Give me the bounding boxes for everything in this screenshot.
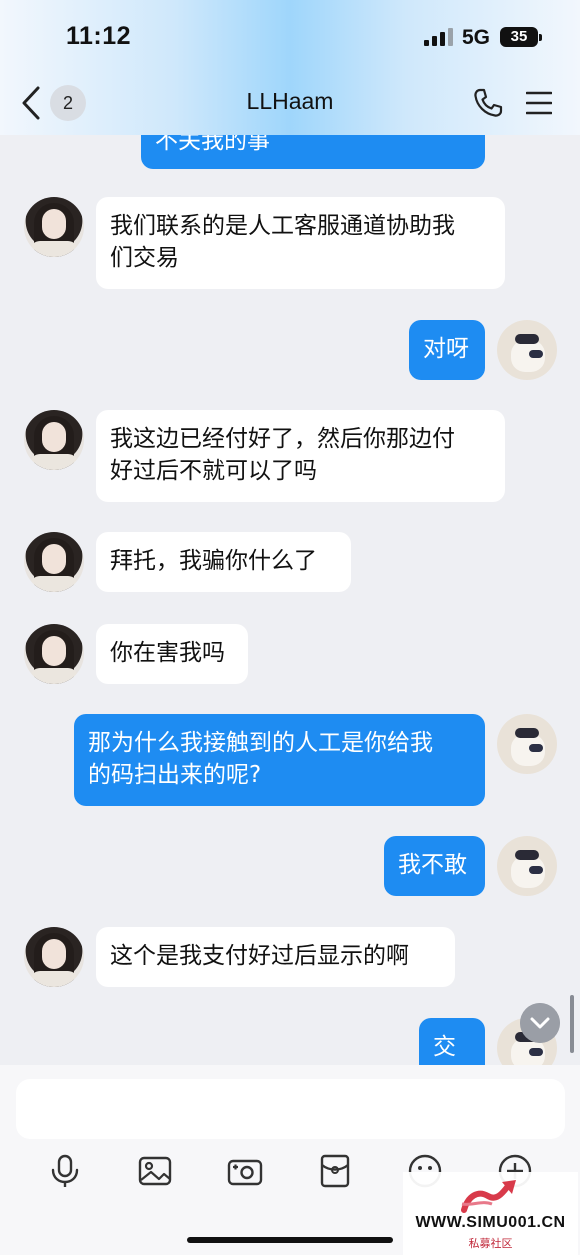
image-icon[interactable]: [137, 1153, 173, 1189]
my-avatar[interactable]: [497, 714, 557, 774]
chat-title: LLHaam: [246, 88, 334, 114]
home-indicator: [187, 1237, 393, 1243]
signal-icon: [424, 28, 453, 46]
camera-icon[interactable]: [227, 1153, 263, 1189]
contact-avatar[interactable]: [24, 197, 84, 257]
chat-header: 11:12 5G 35 2 LLHaam: [0, 0, 580, 135]
status-time: 11:12: [66, 22, 132, 50]
message-bubble-incoming[interactable]: 拜托，我骗你什么了: [96, 532, 351, 592]
message-bubble-incoming[interactable]: 我这边已经付好了，然后你那边付 好过后不就可以了吗: [96, 410, 505, 502]
watermark-logo-icon: [461, 1180, 516, 1213]
phone-icon[interactable]: [472, 87, 504, 119]
back-button[interactable]: [18, 84, 46, 122]
message-bubble-outgoing[interactable]: 我不敢: [384, 836, 485, 896]
message-bubble-incoming[interactable]: 我们联系的是人工客服通道协助我 们交易: [96, 197, 505, 289]
microphone-icon[interactable]: [47, 1153, 83, 1189]
message-bubble-incoming[interactable]: 你在害我吗: [96, 624, 248, 684]
message-input[interactable]: [16, 1079, 565, 1139]
message-bubble-outgoing[interactable]: 不关我的事: [141, 135, 485, 169]
contact-avatar[interactable]: [24, 927, 84, 987]
message-bubble-outgoing[interactable]: 对呀: [409, 320, 485, 380]
contact-avatar[interactable]: [24, 624, 84, 684]
hamburger-menu-icon[interactable]: [526, 90, 552, 116]
message-bubble-outgoing[interactable]: 那为什么我接触到的人工是你给我 的码扫出来的呢?: [74, 714, 485, 806]
watermark: WWW.SIMU001.CN 私募社区: [403, 1172, 578, 1255]
network-type: 5G: [462, 26, 491, 49]
unread-count-badge[interactable]: 2: [50, 85, 86, 121]
my-avatar[interactable]: [497, 320, 557, 380]
my-avatar[interactable]: [497, 836, 557, 896]
red-packet-icon[interactable]: [317, 1153, 353, 1189]
scrollbar[interactable]: [570, 995, 574, 1053]
message-bubble-incoming[interactable]: 这个是我支付好过后显示的啊: [96, 927, 455, 987]
message-list[interactable]: 不关我的事 我们联系的是人工客服通道协助我 们交易 对呀 我这边已经付好了，然后…: [0, 135, 580, 1065]
battery-icon: 35: [500, 27, 542, 47]
contact-avatar[interactable]: [24, 410, 84, 470]
contact-avatar[interactable]: [24, 532, 84, 592]
watermark-site: WWW.SIMU001.CN: [415, 1214, 566, 1231]
watermark-subtitle: 私募社区: [468, 1237, 513, 1250]
message-bubble-outgoing[interactable]: 交: [419, 1018, 485, 1065]
scroll-to-bottom-button[interactable]: [520, 1003, 560, 1043]
